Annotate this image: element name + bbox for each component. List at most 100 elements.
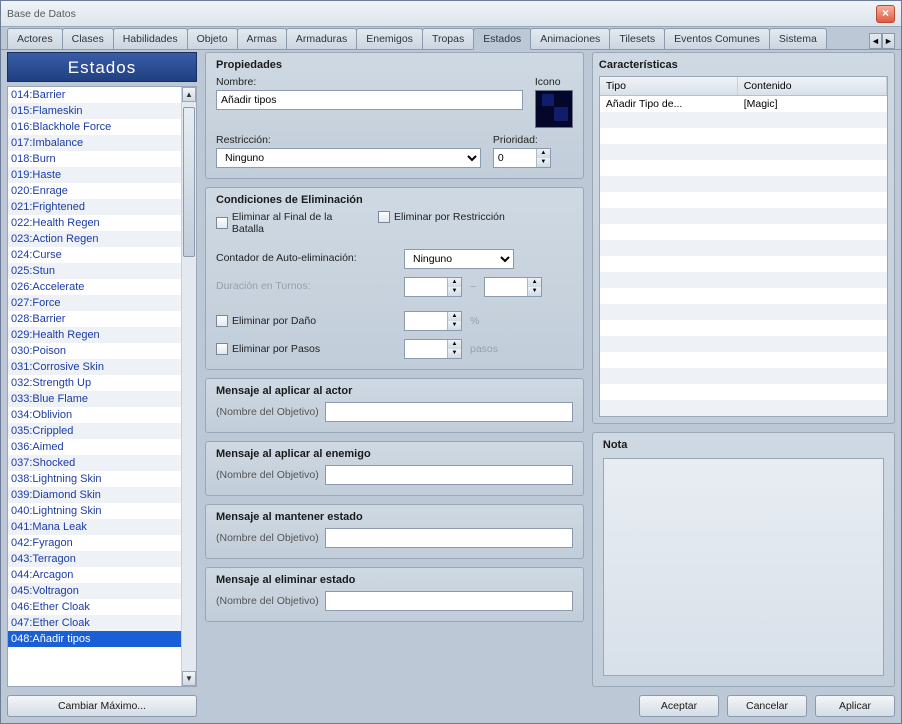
list-item[interactable]: 029:Health Regen (8, 327, 181, 343)
tab-objeto[interactable]: Objeto (187, 28, 238, 49)
tab-tilesets[interactable]: Tilesets (609, 28, 665, 49)
list-item[interactable]: 044:Arcagon (8, 567, 181, 583)
state-list[interactable]: 014:Barrier015:Flameskin016:Blackhole Fo… (8, 87, 181, 686)
table-row[interactable] (600, 208, 887, 224)
list-item[interactable]: 018:Burn (8, 151, 181, 167)
msg-actor-input[interactable] (325, 402, 573, 422)
table-row[interactable] (600, 128, 887, 144)
cancel-button[interactable]: Cancelar (727, 695, 807, 717)
scroll-down-icon[interactable]: ▼ (182, 671, 196, 686)
list-item[interactable]: 021:Frightened (8, 199, 181, 215)
check-end-battle[interactable]: Eliminar al Final de la Batalla (216, 211, 366, 235)
priority-input[interactable] (494, 149, 536, 167)
list-item[interactable]: 015:Flameskin (8, 103, 181, 119)
list-item[interactable]: 019:Haste (8, 167, 181, 183)
check-by-steps[interactable]: Eliminar por Pasos (216, 343, 396, 355)
table-row[interactable] (600, 240, 887, 256)
table-row[interactable] (600, 160, 887, 176)
table-row[interactable] (600, 352, 887, 368)
damage-stepper[interactable]: ▲▼ (404, 311, 462, 331)
table-row[interactable] (600, 192, 887, 208)
tab-enemigos[interactable]: Enemigos (356, 28, 423, 49)
list-item[interactable]: 023:Action Regen (8, 231, 181, 247)
list-item[interactable]: 020:Enrage (8, 183, 181, 199)
table-row[interactable] (600, 368, 887, 384)
tab-animaciones[interactable]: Animaciones (530, 28, 610, 49)
list-item[interactable]: 037:Shocked (8, 455, 181, 471)
col-type[interactable]: Tipo (600, 77, 738, 95)
list-item[interactable]: 040:Lightning Skin (8, 503, 181, 519)
auto-select[interactable]: Ninguno (404, 249, 514, 269)
titlebar[interactable]: Base de Datos × (1, 1, 901, 27)
list-scrollbar[interactable]: ▲ ▼ (181, 87, 196, 686)
turns-max-stepper[interactable]: ▲▼ (484, 277, 542, 297)
list-item[interactable]: 043:Terragon (8, 551, 181, 567)
ok-button[interactable]: Aceptar (639, 695, 719, 717)
list-item[interactable]: 014:Barrier (8, 87, 181, 103)
tab-armaduras[interactable]: Armaduras (286, 28, 357, 49)
list-item[interactable]: 016:Blackhole Force (8, 119, 181, 135)
close-icon[interactable]: × (876, 5, 895, 23)
table-row[interactable] (600, 336, 887, 352)
table-row[interactable] (600, 112, 887, 128)
list-item[interactable]: 034:Oblivion (8, 407, 181, 423)
tab-clases[interactable]: Clases (62, 28, 114, 49)
tab-estados[interactable]: Estados (473, 28, 531, 50)
list-item[interactable]: 038:Lightning Skin (8, 471, 181, 487)
msg-enemy-input[interactable] (325, 465, 573, 485)
list-item[interactable]: 017:Imbalance (8, 135, 181, 151)
tab-habilidades[interactable]: Habilidades (113, 28, 188, 49)
table-row[interactable] (600, 256, 887, 272)
list-item[interactable]: 047:Ether Cloak (8, 615, 181, 631)
table-row[interactable] (600, 224, 887, 240)
list-item[interactable]: 046:Ether Cloak (8, 599, 181, 615)
list-item[interactable]: 045:Voltragon (8, 583, 181, 599)
table-row[interactable] (600, 288, 887, 304)
check-by-damage[interactable]: Eliminar por Daño (216, 315, 396, 327)
list-item[interactable]: 041:Mana Leak (8, 519, 181, 535)
tab-eventos-comunes[interactable]: Eventos Comunes (664, 28, 770, 49)
list-item[interactable]: 027:Force (8, 295, 181, 311)
table-row[interactable] (600, 304, 887, 320)
msg-remove-input[interactable] (325, 591, 573, 611)
list-item[interactable]: 048:Añadir tipos (8, 631, 181, 647)
list-item[interactable]: 030:Poison (8, 343, 181, 359)
list-item[interactable]: 028:Barrier (8, 311, 181, 327)
turns-min-stepper[interactable]: ▲▼ (404, 277, 462, 297)
table-row[interactable]: Añadir Tipo de...[Magic] (600, 96, 887, 112)
col-content[interactable]: Contenido (738, 77, 887, 95)
list-item[interactable]: 031:Corrosive Skin (8, 359, 181, 375)
table-row[interactable] (600, 272, 887, 288)
characteristics-table[interactable]: Tipo Contenido Añadir Tipo de...[Magic] (599, 76, 888, 417)
scroll-thumb[interactable] (183, 107, 195, 257)
tab-armas[interactable]: Armas (237, 28, 287, 49)
list-item[interactable]: 033:Blue Flame (8, 391, 181, 407)
scroll-up-icon[interactable]: ▲ (182, 87, 196, 102)
apply-button[interactable]: Aplicar (815, 695, 895, 717)
tab-scroll-left[interactable]: ◄ (869, 33, 882, 49)
restriction-select[interactable]: Ninguno (216, 148, 481, 168)
icon-picker[interactable] (535, 90, 573, 128)
table-row[interactable] (600, 320, 887, 336)
msg-keep-input[interactable] (325, 528, 573, 548)
chevron-up-icon[interactable]: ▲ (536, 149, 550, 158)
list-item[interactable]: 026:Accelerate (8, 279, 181, 295)
check-by-restriction[interactable]: Eliminar por Restricción (378, 211, 505, 223)
list-item[interactable]: 036:Aimed (8, 439, 181, 455)
table-row[interactable] (600, 400, 887, 416)
tab-sistema[interactable]: Sistema (769, 28, 827, 49)
chevron-down-icon[interactable]: ▼ (536, 158, 550, 167)
list-item[interactable]: 024:Curse (8, 247, 181, 263)
list-item[interactable]: 042:Fyragon (8, 535, 181, 551)
table-row[interactable] (600, 176, 887, 192)
table-row[interactable] (600, 384, 887, 400)
tab-actores[interactable]: Actores (7, 28, 63, 49)
priority-stepper[interactable]: ▲▼ (493, 148, 551, 168)
list-item[interactable]: 025:Stun (8, 263, 181, 279)
tab-scroll-right[interactable]: ► (882, 33, 895, 49)
steps-stepper[interactable]: ▲▼ (404, 339, 462, 359)
change-max-button[interactable]: Cambiar Máximo... (7, 695, 197, 717)
list-item[interactable]: 032:Strength Up (8, 375, 181, 391)
tab-tropas[interactable]: Tropas (422, 28, 474, 49)
note-textarea[interactable] (603, 458, 884, 676)
